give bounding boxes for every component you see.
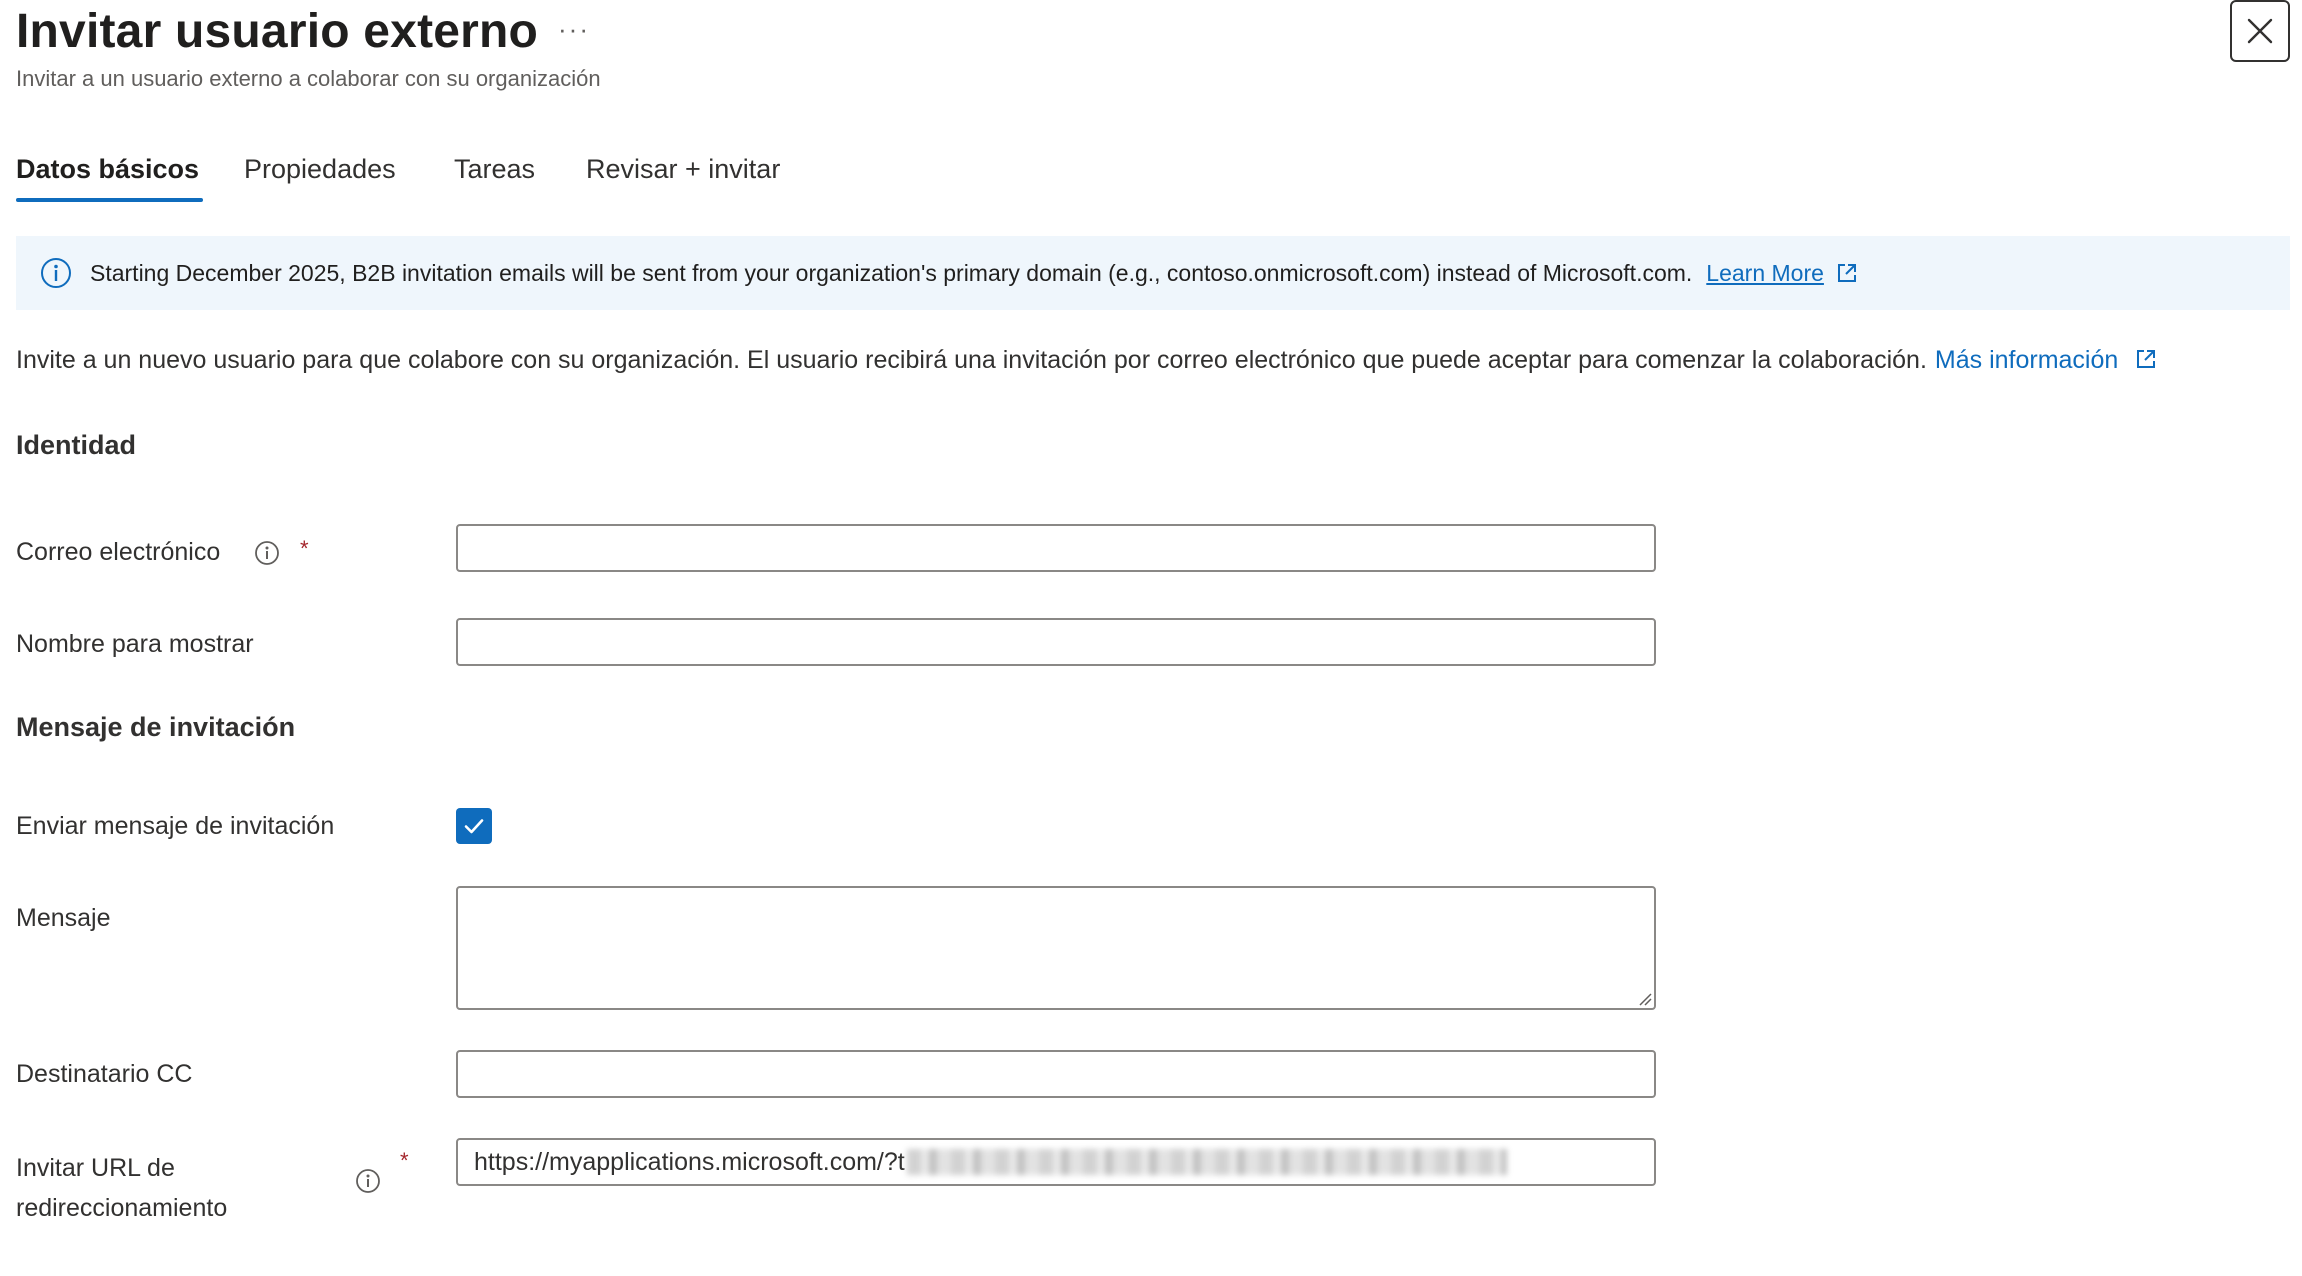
- intro-text: Invite a un nuevo usuario para que colab…: [16, 346, 1927, 374]
- learn-more-link[interactable]: Learn More: [1706, 260, 1824, 287]
- redirect-url-label-line1: Invitar URL de: [16, 1154, 175, 1182]
- close-button[interactable]: [2230, 0, 2290, 62]
- intro-paragraph: Invite a un nuevo usuario para que colab…: [16, 346, 2157, 375]
- tab-assignments[interactable]: Tareas: [454, 148, 535, 202]
- invite-external-user-panel: Invitar usuario externo ··· Invitar a un…: [0, 0, 2302, 1276]
- message-label: Mensaje: [16, 904, 111, 932]
- cc-input[interactable]: [456, 1050, 1656, 1098]
- send-invite-label: Enviar mensaje de invitación: [16, 812, 335, 840]
- cc-label: Destinatario CC: [16, 1060, 193, 1088]
- info-icon[interactable]: [254, 540, 280, 566]
- display-name-input[interactable]: [456, 618, 1656, 666]
- required-mark: *: [300, 536, 309, 561]
- external-link-icon[interactable]: [2135, 348, 2157, 370]
- more-info-link[interactable]: Más información: [1935, 346, 2118, 374]
- redirect-url-label: Invitar URL de redireccionamiento: [16, 1148, 227, 1228]
- checkmark-icon: [464, 819, 484, 834]
- required-mark: *: [400, 1148, 409, 1173]
- redacted-value: [906, 1149, 1507, 1175]
- external-link-icon[interactable]: [1836, 262, 1858, 284]
- redirect-url-value: https://myapplications.microsoft.com/?t: [474, 1147, 905, 1176]
- resize-handle-icon[interactable]: [1638, 992, 1652, 1006]
- info-icon: [41, 258, 71, 288]
- banner-text: Starting December 2025, B2B invitation e…: [90, 259, 1693, 286]
- tab-properties[interactable]: Propiedades: [244, 148, 396, 202]
- close-icon: [2247, 18, 2273, 44]
- identity-heading: Identidad: [16, 430, 136, 460]
- email-label: Correo electrónico: [16, 538, 221, 566]
- redirect-url-input[interactable]: https://myapplications.microsoft.com/?t: [456, 1138, 1656, 1186]
- more-options-button[interactable]: ···: [558, 14, 590, 45]
- tab-basics[interactable]: Datos básicos: [16, 148, 204, 202]
- page-title: Invitar usuario externo: [16, 5, 539, 58]
- redirect-url-label-line2: redireccionamiento: [16, 1194, 228, 1222]
- info-icon[interactable]: [355, 1168, 381, 1194]
- display-name-label: Nombre para mostrar: [16, 630, 254, 658]
- send-invite-checkbox[interactable]: [456, 808, 492, 844]
- page-subtitle: Invitar a un usuario externo a colaborar…: [16, 66, 601, 91]
- info-banner: Starting December 2025, B2B invitation e…: [16, 236, 2290, 310]
- message-textarea[interactable]: [456, 886, 1656, 1010]
- email-input[interactable]: [456, 524, 1656, 572]
- tab-review-invite[interactable]: Revisar + invitar: [586, 148, 780, 202]
- invitation-heading: Mensaje de invitación: [16, 712, 296, 742]
